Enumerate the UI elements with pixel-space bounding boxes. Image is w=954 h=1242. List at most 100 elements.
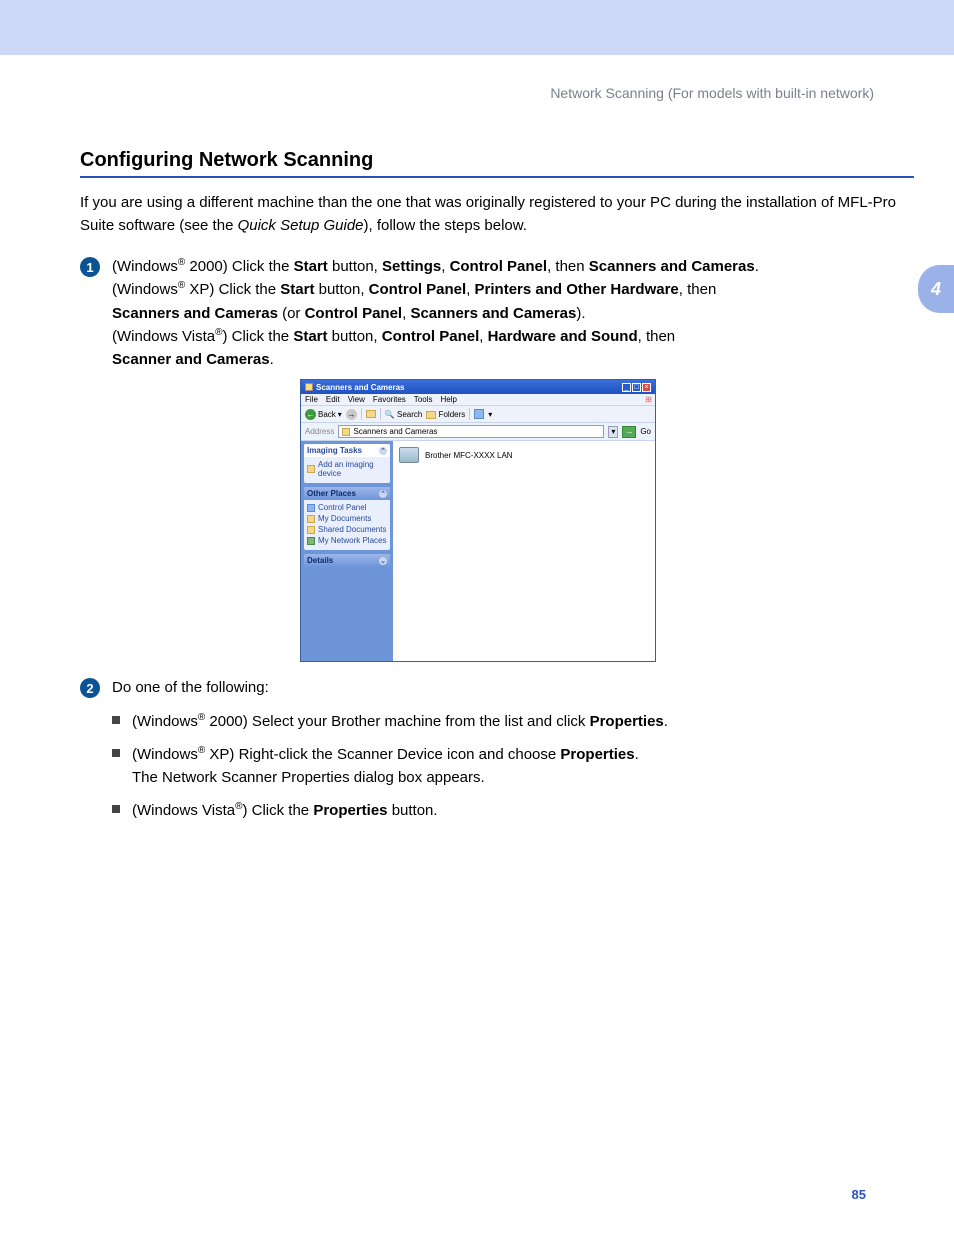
- s1-comma1: ,: [441, 258, 449, 275]
- xp-window: Scanners and Cameras _ □ × File Edit Vie…: [300, 379, 656, 662]
- address-dropdown[interactable]: ▾: [608, 426, 618, 438]
- maximize-button[interactable]: □: [632, 383, 641, 392]
- back-button[interactable]: ← Back ▾: [305, 409, 342, 420]
- b2-props: Properties: [560, 746, 634, 763]
- back-label: Back: [318, 410, 336, 419]
- search-button[interactable]: 🔍 Search: [385, 410, 423, 419]
- toolbar-separator-3: [469, 408, 470, 420]
- views-button[interactable]: [474, 409, 484, 419]
- s1-or: (or: [278, 305, 305, 322]
- my-documents-link[interactable]: My Documents: [307, 514, 387, 523]
- menu-view[interactable]: View: [348, 395, 365, 404]
- details-box: Details ⌄: [304, 554, 390, 567]
- step-1-body: (Windows® 2000) Click the Start button, …: [112, 255, 914, 371]
- s1-comma2: ,: [466, 281, 474, 298]
- other-places-box: Other Places ⌃ Control Panel My Document…: [304, 487, 390, 550]
- s1-sc2: Scanners and Cameras: [112, 305, 278, 322]
- s1-sc3: Scanners and Cameras: [410, 305, 576, 322]
- b3-b: ) Click the: [242, 802, 313, 819]
- b2-a: (Windows: [132, 746, 198, 763]
- other-places-header[interactable]: Other Places ⌃: [304, 487, 390, 500]
- details-header[interactable]: Details ⌄: [304, 554, 390, 567]
- s1-period1: .: [755, 258, 759, 275]
- add-device-text: Add an imaging device: [318, 460, 387, 478]
- s1-hs: Hardware and Sound: [488, 328, 638, 345]
- control-panel-link[interactable]: Control Panel: [307, 503, 387, 512]
- details-title: Details: [307, 556, 333, 565]
- menu-help[interactable]: Help: [440, 395, 456, 404]
- go-button[interactable]: →: [622, 426, 636, 438]
- b1-b: 2000) Select your Brother machine from t…: [205, 713, 589, 730]
- page-content: Network Scanning (For models with built-…: [0, 55, 954, 1242]
- b1-a: (Windows: [132, 713, 198, 730]
- shared-icon: [307, 526, 315, 534]
- s1-btn2: button,: [314, 281, 368, 298]
- back-dropdown: ▾: [338, 410, 342, 419]
- add-imaging-device-link[interactable]: Add an imaging device: [307, 460, 387, 478]
- xp-titlebar: Scanners and Cameras _ □ ×: [301, 380, 655, 394]
- page-number: 85: [80, 1187, 914, 1202]
- imaging-tasks-title: Imaging Tasks: [307, 446, 362, 455]
- netplaces-icon: [307, 537, 315, 545]
- s1-period2: .: [270, 351, 274, 368]
- s1-scsing: Scanner and Cameras: [112, 351, 270, 368]
- menu-tools[interactable]: Tools: [414, 395, 433, 404]
- s2-lead: Do one of the following:: [112, 679, 269, 696]
- address-folder-icon: [342, 428, 350, 436]
- step-2-body: Do one of the following: (Windows® 2000)…: [112, 676, 914, 826]
- menu-favorites[interactable]: Favorites: [373, 395, 406, 404]
- s1-btn: button,: [328, 258, 382, 275]
- step-2: 2 Do one of the following: (Windows® 200…: [80, 676, 914, 826]
- s1-w2k-a: (Windows: [112, 258, 178, 275]
- square-bullet-icon: [112, 716, 120, 724]
- up-folder-icon[interactable]: [366, 410, 376, 418]
- s1-vista-b: ) Click the: [222, 328, 293, 345]
- step-1: 1 (Windows® 2000) Click the Start button…: [80, 255, 914, 371]
- b3-a: (Windows Vista: [132, 802, 235, 819]
- s1-start2: Start: [280, 281, 314, 298]
- shared-documents-link[interactable]: Shared Documents: [307, 525, 387, 534]
- square-bullet-icon-2: [112, 749, 120, 757]
- device-item[interactable]: Brother MFC-XXXX LAN: [399, 447, 649, 463]
- back-arrow-icon: ←: [305, 409, 316, 420]
- s1-then3: , then: [638, 328, 676, 345]
- b2-b: XP) Right-click the Scanner Device icon …: [205, 746, 560, 763]
- b3-c: button.: [388, 802, 438, 819]
- intro-text-b: ), follow the steps below.: [364, 217, 527, 234]
- s1-poh: Printers and Other Hardware: [475, 281, 679, 298]
- menu-file[interactable]: File: [305, 395, 318, 404]
- folders-button[interactable]: Folders: [426, 410, 465, 419]
- b2-c: The Network Scanner Properties dialog bo…: [132, 769, 485, 786]
- my-network-places-link[interactable]: My Network Places: [307, 536, 387, 545]
- s1-then2: , then: [679, 281, 717, 298]
- address-field[interactable]: Scanners and Cameras: [338, 425, 604, 438]
- content-pane: Brother MFC-XXXX LAN: [393, 441, 655, 661]
- minimize-button[interactable]: _: [622, 383, 631, 392]
- go-label: Go: [640, 427, 651, 436]
- b1-props: Properties: [590, 713, 664, 730]
- s1-btn3: button,: [328, 328, 382, 345]
- square-bullet-icon-3: [112, 805, 120, 813]
- menu-edit[interactable]: Edit: [326, 395, 340, 404]
- toolbar: ← Back ▾ → 🔍 Search Folders ▾: [301, 406, 655, 423]
- expand-icon: ⌄: [379, 557, 387, 565]
- collapse-icon-2: ⌃: [379, 490, 387, 498]
- close-button[interactable]: ×: [642, 383, 651, 392]
- intro-paragraph: If you are using a different machine tha…: [80, 192, 914, 237]
- s1-cp3: Control Panel: [305, 305, 403, 322]
- forward-button[interactable]: →: [346, 409, 357, 420]
- page-top-band: [0, 0, 954, 55]
- side-panel: Imaging Tasks ⌃ Add an imaging device: [301, 441, 393, 661]
- s1-cp2: Control Panel: [369, 281, 467, 298]
- toolbar-separator-2: [380, 408, 381, 420]
- bullet-3: (Windows Vista®) Click the Properties bu…: [112, 799, 914, 822]
- views-dropdown[interactable]: ▾: [488, 410, 492, 419]
- s1-w2k-b: 2000) Click the: [185, 258, 293, 275]
- cp-icon: [307, 504, 315, 512]
- add-device-icon: [307, 465, 315, 473]
- s1-cp4: Control Panel: [382, 328, 480, 345]
- step-number-1: 1: [80, 257, 100, 277]
- imaging-tasks-header[interactable]: Imaging Tasks ⌃: [304, 444, 390, 457]
- menu-bar: File Edit View Favorites Tools Help ⊞: [301, 394, 655, 406]
- toolbar-separator: [361, 408, 362, 420]
